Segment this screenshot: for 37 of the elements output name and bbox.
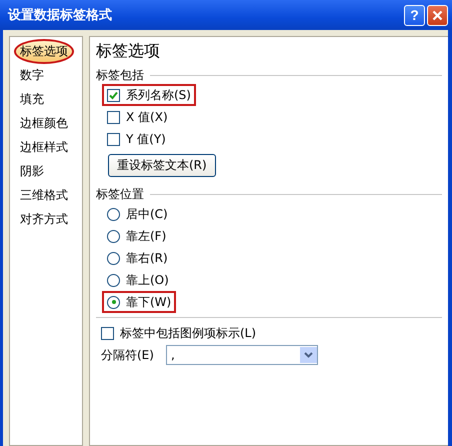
sidebar-item[interactable]: 数字 [14, 62, 50, 88]
separator-label: 分隔符(E) [101, 346, 154, 364]
separator-dropdown[interactable]: , [166, 345, 318, 365]
checkbox-label: 系列名称(S) [126, 86, 191, 104]
radio-button[interactable] [107, 274, 120, 286]
checkbox[interactable] [107, 88, 120, 102]
sidebar-item[interactable]: 标签选项 [14, 38, 74, 64]
radio-button[interactable] [107, 296, 120, 308]
checkbox-label: 标签中包括图例项标示(L) [120, 324, 256, 342]
radio-label: 靠左(F) [126, 228, 166, 244]
reset-button[interactable]: 重设标签文本(R) [108, 154, 216, 177]
radio-button[interactable] [107, 252, 120, 264]
chevron-down-icon [304, 352, 313, 358]
sidebar-item[interactable]: 填充 [14, 86, 50, 112]
checkbox-label: Y 值(Y) [126, 130, 166, 148]
radio-label: 靠下(W) [126, 294, 172, 310]
sidebar-item[interactable]: 三维格式 [14, 182, 74, 208]
checkbox-label: X 值(X) [126, 108, 168, 126]
panel-heading: 标签选项 [96, 41, 161, 62]
close-button[interactable] [427, 4, 448, 26]
window-title: 设置数据标签格式 [8, 7, 113, 24]
help-button[interactable]: ? [404, 4, 425, 26]
checkbox[interactable] [107, 110, 120, 124]
close-icon [432, 10, 443, 20]
sidebar-item[interactable]: 阴影 [14, 158, 50, 184]
radio-button[interactable] [107, 230, 120, 242]
group-title: 标签包括 [96, 66, 144, 84]
radio-label: 靠右(R) [126, 250, 168, 266]
sidebar-item[interactable]: 对齐方式 [14, 206, 74, 232]
group-title: 标签位置 [96, 186, 144, 202]
radio-button[interactable] [107, 208, 120, 220]
sidebar-item[interactable]: 边框颜色 [14, 110, 74, 136]
sidebar-item[interactable]: 边框样式 [14, 134, 74, 160]
checkbox[interactable] [101, 326, 114, 340]
radio-label: 居中(C) [126, 206, 168, 222]
checkbox[interactable] [107, 132, 120, 146]
radio-label: 靠上(O) [126, 272, 169, 288]
